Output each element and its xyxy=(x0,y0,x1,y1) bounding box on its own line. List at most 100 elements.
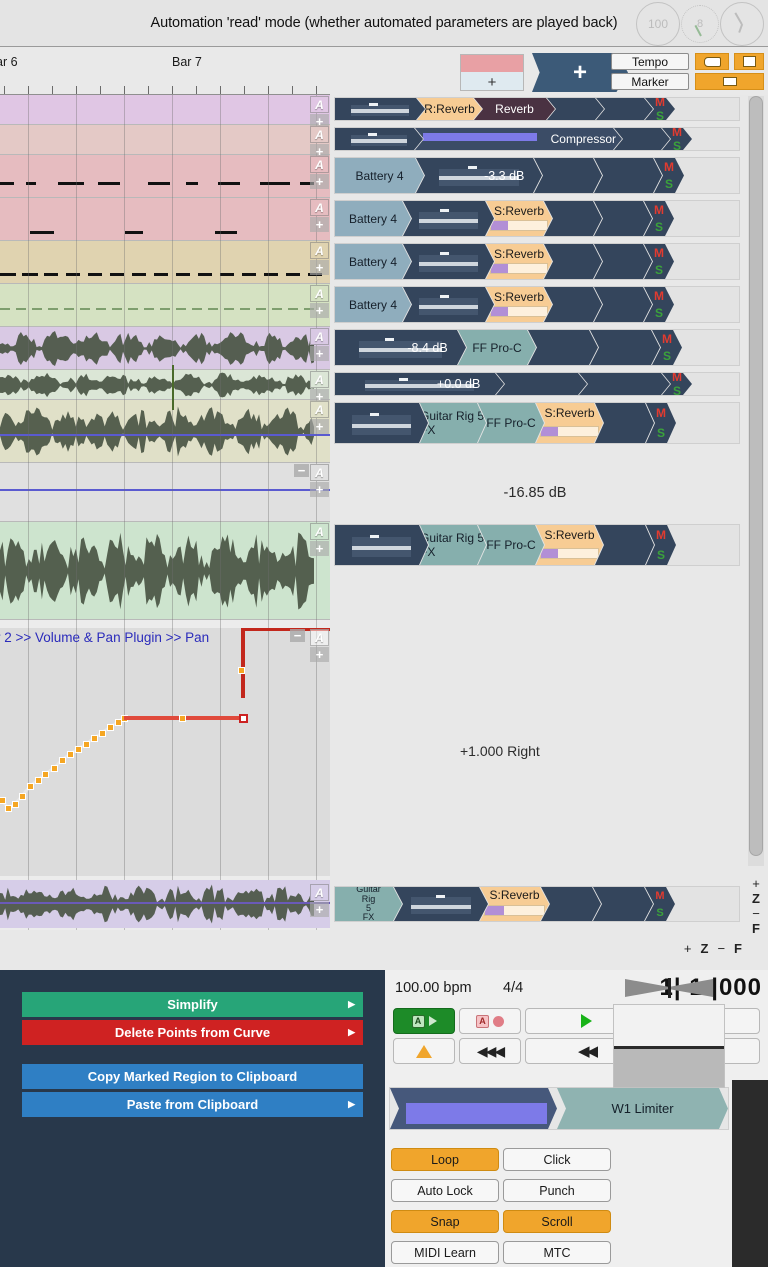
strip-segment[interactable]: Guitar Rig 5 FX xyxy=(420,403,486,443)
automation-lane-mode-button[interactable]: A xyxy=(310,629,329,646)
strip-segment[interactable]: S:Reverb xyxy=(536,403,603,443)
strip-segment[interactable]: FF Pro-C xyxy=(458,330,536,365)
automation-point[interactable] xyxy=(27,783,34,790)
solo-button[interactable]: S xyxy=(655,262,663,280)
collapse-lane-button[interactable]: − xyxy=(294,464,309,477)
mute-button[interactable]: M xyxy=(656,525,666,545)
automation-point[interactable] xyxy=(42,771,49,778)
automation-point[interactable] xyxy=(51,765,58,772)
automation-mode-button[interactable]: A xyxy=(310,156,329,173)
solo-button[interactable]: S xyxy=(657,423,665,443)
mixer-strip[interactable]: -8.4 dB FF Pro-C M S xyxy=(334,329,740,366)
automation-point[interactable] xyxy=(75,746,82,753)
strip-segment[interactable] xyxy=(335,98,425,120)
loop-marker-icon-button[interactable] xyxy=(695,73,764,90)
mixer-strip[interactable]: Battery 4 S:Reverb M S xyxy=(334,243,740,280)
zoom-fit-vertical-button[interactable]: F xyxy=(746,921,766,936)
automation-mode-button[interactable]: A xyxy=(310,523,329,540)
automation-selected-point[interactable] xyxy=(239,714,248,723)
automation-mode-button[interactable]: A xyxy=(310,371,329,388)
strip-segment[interactable]: Compressor xyxy=(415,128,622,150)
strip-fader[interactable] xyxy=(335,525,428,565)
solo-button[interactable]: S xyxy=(656,109,664,120)
strip-segment[interactable] xyxy=(594,158,662,193)
add-automation-button[interactable]: + xyxy=(310,217,329,232)
add-automation-button[interactable]: + xyxy=(310,346,329,361)
strip-segment[interactable] xyxy=(403,244,494,279)
track-row[interactable] xyxy=(0,370,330,400)
track-row[interactable] xyxy=(0,400,330,463)
strip-fader[interactable] xyxy=(335,98,425,120)
toggle-click-button[interactable]: Click xyxy=(503,1148,611,1171)
strip-segment[interactable] xyxy=(595,525,654,565)
automation-point[interactable] xyxy=(238,667,245,674)
toggle-scroll-button[interactable]: Scroll xyxy=(503,1210,611,1233)
automation-point[interactable] xyxy=(179,715,186,722)
mixer-strip[interactable]: +0.0 dB M S xyxy=(334,372,740,396)
automation-point[interactable] xyxy=(35,777,42,784)
automation-mode-button[interactable]: A xyxy=(310,884,329,901)
add-automation-button[interactable]: + xyxy=(310,902,329,917)
mixer-strip[interactable]: Battery 4 S:Reverb M S xyxy=(334,200,740,237)
zoom-in-horizontal-button[interactable]: + xyxy=(684,941,692,956)
add-automation-button[interactable]: + xyxy=(310,174,329,189)
mute-button[interactable]: M xyxy=(656,403,666,423)
track-row[interactable] xyxy=(0,463,330,522)
add-track-color-button[interactable]: + xyxy=(460,54,524,91)
solo-button[interactable]: S xyxy=(665,176,673,194)
automation-point[interactable] xyxy=(12,801,19,808)
toggle-loop-button[interactable]: Loop xyxy=(391,1148,499,1171)
mute-button[interactable]: M xyxy=(662,330,672,348)
toggle-mtc-button[interactable]: MTC xyxy=(503,1241,611,1264)
fader-knob[interactable] xyxy=(436,895,445,898)
menu-item[interactable]: Paste from Clipboard ▶ xyxy=(22,1092,363,1117)
strip-segment[interactable] xyxy=(593,887,653,921)
auto-play-button[interactable]: A xyxy=(393,1008,455,1034)
strip-segment[interactable] xyxy=(496,373,587,395)
track-row[interactable] xyxy=(0,198,330,241)
strip-segment[interactable] xyxy=(594,201,652,236)
time-signature-readout[interactable]: 4/4 xyxy=(503,980,523,996)
master-strip[interactable]: W1 Limiter xyxy=(389,1087,729,1130)
master-pan-widget[interactable] xyxy=(613,978,725,998)
mute-button[interactable]: M xyxy=(655,887,664,904)
solo-button[interactable]: S xyxy=(656,904,663,921)
track-row[interactable] xyxy=(0,327,330,370)
strip-segment[interactable]: -8.4 dB xyxy=(335,330,466,365)
zoom-out-horizontal-button[interactable]: − xyxy=(717,941,725,956)
strip-segment[interactable] xyxy=(403,287,494,322)
add-automation-button[interactable]: + xyxy=(310,303,329,318)
strip-segment[interactable] xyxy=(544,244,602,279)
strip-segment[interactable] xyxy=(594,287,652,322)
automation-mode-button[interactable]: A xyxy=(310,401,329,418)
toggle-snap-button[interactable]: Snap xyxy=(391,1210,499,1233)
strip-segment[interactable] xyxy=(394,887,488,921)
menu-item[interactable]: Delete Points from Curve ▶ xyxy=(22,1020,363,1045)
solo-button[interactable]: S xyxy=(657,545,665,565)
fader-knob[interactable] xyxy=(440,295,449,298)
mute-button[interactable]: M xyxy=(655,98,665,109)
mute-button[interactable]: M xyxy=(654,201,664,219)
mute-button[interactable]: M xyxy=(654,287,664,305)
strip-segment[interactable] xyxy=(544,201,602,236)
strip-segment[interactable] xyxy=(541,887,601,921)
automation-point[interactable] xyxy=(67,751,74,758)
strip-segment[interactable]: S:Reverb xyxy=(486,244,552,279)
strip-segment[interactable]: S:Reverb xyxy=(536,525,603,565)
menu-item[interactable]: Copy Marked Region to Clipboard xyxy=(22,1064,363,1089)
timeline-ruler[interactable]: ar 6 Bar 7 xyxy=(0,47,330,95)
warning-button[interactable] xyxy=(393,1038,455,1064)
solo-button[interactable]: S xyxy=(673,139,681,150)
zoom-fit-horizontal-button[interactable]: F xyxy=(734,941,742,956)
automation-mode-button[interactable]: A xyxy=(310,464,329,481)
strip-fader[interactable] xyxy=(394,887,488,921)
strip-segment[interactable]: Reverb xyxy=(474,98,555,120)
playhead[interactable] xyxy=(172,365,174,410)
automation-mode-button[interactable]: A xyxy=(310,199,329,216)
meter-scroll-box[interactable] xyxy=(613,1004,725,1088)
solo-button[interactable]: S xyxy=(663,348,671,366)
automation-mode-button[interactable]: A xyxy=(310,96,329,113)
strip-segment[interactable] xyxy=(534,158,602,193)
fader-knob[interactable] xyxy=(370,413,379,416)
menu-item[interactable]: Simplify ▶ xyxy=(22,992,363,1017)
